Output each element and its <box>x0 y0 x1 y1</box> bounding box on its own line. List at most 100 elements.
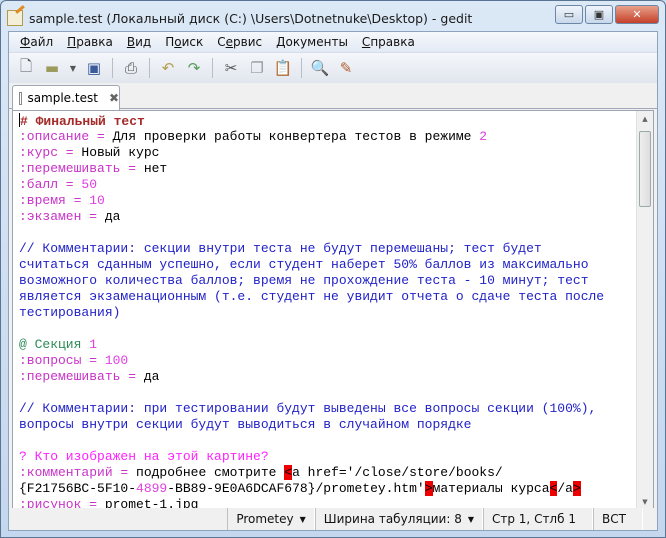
code-token: считаться сданным успешно, если студент … <box>19 257 589 272</box>
open-dropdown-icon[interactable]: ▼ <box>67 57 79 79</box>
code-token: :экзамен = <box>19 209 105 224</box>
vertical-scrollbar[interactable]: ▲ ▼ <box>636 111 653 511</box>
document-icon <box>19 91 23 105</box>
code-token: > <box>572 481 581 496</box>
code-line: // Комментарии: при тестировании будут в… <box>19 401 604 417</box>
toolbar-separator <box>149 58 150 78</box>
code-token: 10 <box>89 193 105 208</box>
code-line: // Комментарии: секции внутри теста не б… <box>19 241 604 257</box>
minimize-button[interactable]: ▭ <box>555 5 583 24</box>
code-token: тестирования) <box>19 305 121 320</box>
tab-close-icon[interactable]: ✖ <box>109 91 119 105</box>
cut-icon[interactable]: ✂ <box>220 57 242 79</box>
code-line: :балл = 50 <box>19 177 604 193</box>
title-bar: sample.test (Локальный диск (C:) \Users\… <box>7 5 659 29</box>
code-line: # Финальный тест <box>19 113 604 129</box>
copy-icon[interactable]: ❐ <box>246 57 268 79</box>
code-token: :перемешивать = <box>19 161 144 176</box>
print-icon[interactable]: ⎙ <box>120 57 142 79</box>
menu-item-2[interactable]: Вид <box>120 35 158 49</box>
code-token: > <box>424 481 433 496</box>
status-bar: Prometey ▼ Ширина табуляции: 8 ▼ Стр 1, Ст… <box>9 508 657 530</box>
toolbar-separator <box>301 58 302 78</box>
code-token: является экзаменационным (т.е. студент н… <box>19 289 605 304</box>
replace-icon[interactable]: ✎ <box>335 57 357 79</box>
gedit-window: sample.test (Локальный диск (C:) \Users\… <box>0 0 666 538</box>
code-token: ? Кто изображен на этой картине? <box>19 449 269 464</box>
menu-item-5[interactable]: Документы <box>269 35 355 49</box>
menu-bar: Файл Правка Вид Поиск Сервис Документы Справка <box>9 32 657 53</box>
paste-icon[interactable]: 📋 <box>272 57 294 79</box>
tab-width-label: Ширина табуляции: 8 <box>323 512 462 526</box>
tab-width-selector[interactable]: Ширина табуляции: 8 ▼ <box>314 508 483 530</box>
code-content[interactable]: # Финальный тест:описание = Для проверки… <box>19 113 604 513</box>
find-icon[interactable]: 🔍 <box>309 57 331 79</box>
tab-label: sample.test <box>27 91 98 105</box>
cursor-position: Стр 1, Стлб 1 <box>483 508 593 530</box>
toolbar-separator <box>112 58 113 78</box>
language-selector[interactable]: Prometey ▼ <box>227 508 315 530</box>
code-line: вопросы внутри секции будут выводиться в… <box>19 417 604 433</box>
code-line: :перемешивать = да <box>19 369 604 385</box>
chevron-down-icon: ▼ <box>299 514 306 524</box>
code-line: возможного количества баллов; время не п… <box>19 273 604 289</box>
code-token: 1 <box>89 337 98 352</box>
code-line: :перемешивать = нет <box>19 161 604 177</box>
save-icon[interactable]: ▣ <box>83 57 105 79</box>
menu-item-3[interactable]: Поиск <box>158 35 210 49</box>
code-token: Новый курс <box>81 145 160 160</box>
gedit-app-icon <box>7 10 23 26</box>
menu-item-0[interactable]: Файл <box>13 35 60 49</box>
code-token: // Комментарии: секции внутри теста не б… <box>19 241 542 256</box>
code-line: ? Кто изображен на этой картине? <box>19 449 604 465</box>
code-token: возможного количества баллов; время не п… <box>19 273 589 288</box>
chevron-down-icon: ▼ <box>467 514 474 524</box>
code-token: a href='/close/store/books/ <box>292 465 503 480</box>
code-line: :курс = Новый курс <box>19 145 604 161</box>
menu-item-6[interactable]: Справка <box>355 35 422 49</box>
close-button[interactable]: ✕ <box>615 5 659 24</box>
code-line: считаться сданным успешно, если студент … <box>19 257 604 273</box>
code-line: тестирования) <box>19 305 604 321</box>
code-token: 50 <box>81 177 98 192</box>
toolbar: 🗋 ▬ ▼ ▣ ⎙ ↶ ↷ ✂ ❐ 📋 🔍 ✎ <box>9 53 657 83</box>
code-line: :описание = Для проверки работы конверте… <box>19 129 604 145</box>
toolbar-separator <box>212 58 213 78</box>
code-line: :время = 10 <box>19 193 604 209</box>
text-editor[interactable]: # Финальный тест:описание = Для проверки… <box>12 110 654 512</box>
maximize-button[interactable]: ▣ <box>585 5 613 24</box>
code-token: Для проверки работы конвертера тестов в … <box>112 129 480 144</box>
insert-mode: ВСТ <box>593 508 643 530</box>
menu-item-4[interactable]: Сервис <box>210 35 269 49</box>
code-token: < <box>284 465 293 480</box>
code-token: {F21756BC-5F10- <box>19 481 137 496</box>
redo-icon[interactable]: ↷ <box>183 57 205 79</box>
code-token: 100 <box>104 353 129 368</box>
code-token: :комментарий = <box>19 465 137 480</box>
tab-sample-test[interactable]: sample.test ✖ <box>12 85 120 110</box>
menu-item-1[interactable]: Правка <box>60 35 120 49</box>
code-line: @ Секция 1 <box>19 337 604 353</box>
scroll-up-icon[interactable]: ▲ <box>637 111 653 128</box>
code-token: :курс = <box>19 145 82 160</box>
scroll-thumb[interactable] <box>639 131 651 207</box>
code-line: :экзамен = да <box>19 209 604 225</box>
code-token: 4899 <box>136 481 168 496</box>
code-token: -BB89-9E0A6DCAF678}/prometey.htm' <box>167 481 425 496</box>
code-token: :описание = <box>19 129 113 144</box>
code-line: :комментарий = подробнее смотрите <a hre… <box>19 465 604 481</box>
window-title: sample.test (Локальный диск (C:) \Users\… <box>29 10 473 26</box>
code-token: да <box>104 209 121 224</box>
language-label: Prometey <box>236 512 294 526</box>
code-token: // Комментарии: при тестировании будут в… <box>19 401 597 416</box>
new-icon[interactable]: 🗋 <box>15 57 37 79</box>
undo-icon[interactable]: ↶ <box>157 57 179 79</box>
code-line: {F21756BC-5F10-4899-BB89-9E0A6DCAF678}/p… <box>19 481 604 497</box>
code-token: # Финальный тест <box>20 114 145 129</box>
code-token: :время = <box>19 193 90 208</box>
open-icon[interactable]: ▬ <box>41 57 63 79</box>
